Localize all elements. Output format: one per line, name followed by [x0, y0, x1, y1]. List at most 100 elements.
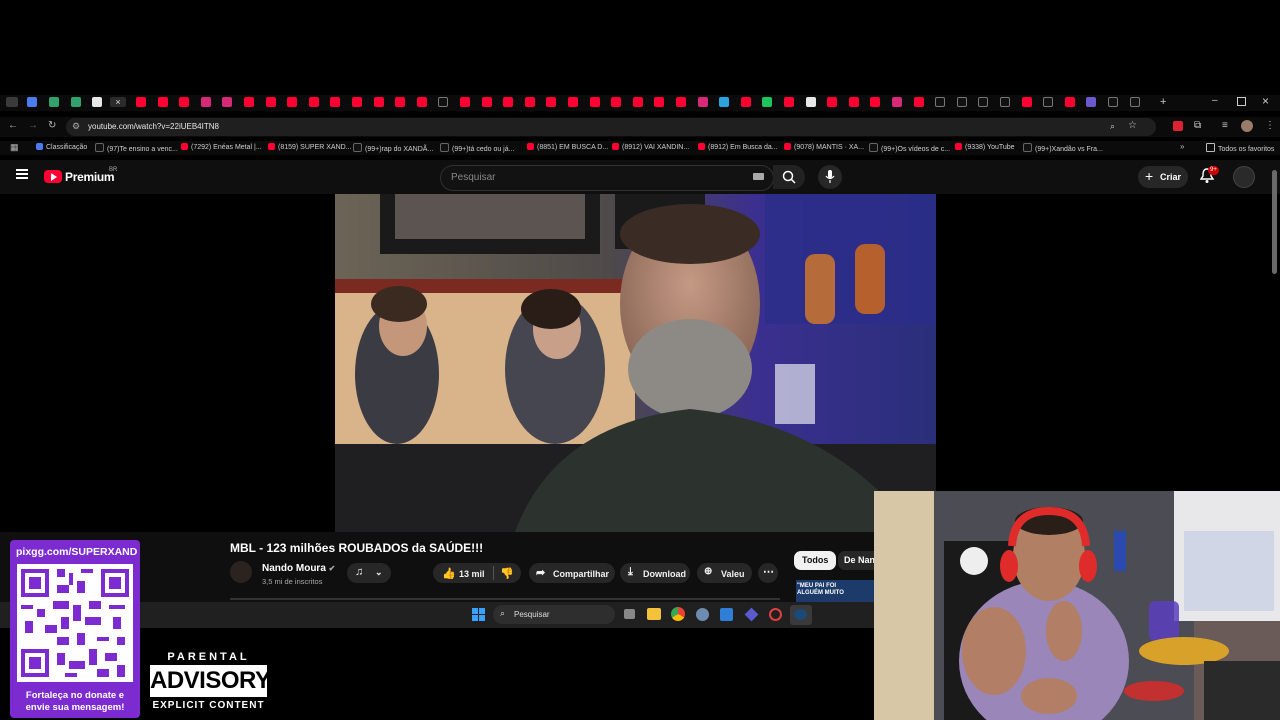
new-tab-button[interactable]: + — [1160, 96, 1166, 108]
bookmark-item[interactable]: (97)Te ensino a venc... — [95, 143, 178, 153]
tab[interactable] — [740, 97, 751, 107]
tab[interactable] — [49, 97, 59, 107]
reload-icon[interactable]: ↻ — [48, 120, 56, 131]
url-text[interactable]: youtube.com/watch?v=22iUEB4ITN8 — [88, 122, 219, 131]
app-icon[interactable] — [720, 608, 733, 621]
tab[interactable] — [244, 97, 254, 107]
tab[interactable] — [136, 97, 146, 107]
tab[interactable] — [481, 97, 492, 107]
channel-name[interactable]: Nando Moura ✔ — [262, 563, 335, 574]
reading-list-icon[interactable]: ≡ — [1222, 120, 1228, 131]
minimize-button[interactable]: – — [1212, 95, 1218, 106]
video-player[interactable] — [335, 194, 936, 532]
tab[interactable] — [352, 97, 362, 107]
tab[interactable] — [460, 97, 470, 107]
bookmark-item[interactable]: (8912) Em Busca da... — [698, 143, 778, 151]
account-avatar[interactable] — [1233, 166, 1255, 188]
forward-icon[interactable]: → — [28, 120, 38, 131]
tab[interactable] — [157, 97, 168, 107]
tab[interactable] — [265, 97, 276, 107]
bookmark-item[interactable]: (99+)Xandão vs Fra... — [1023, 143, 1103, 153]
tab[interactable] — [978, 97, 989, 107]
tab[interactable] — [676, 97, 686, 107]
tab[interactable] — [71, 97, 81, 107]
tab[interactable] — [330, 97, 341, 107]
app-icon[interactable] — [769, 608, 782, 621]
tab[interactable] — [546, 97, 557, 107]
download-button[interactable]: ⤓ Download — [620, 563, 690, 583]
tab[interactable] — [719, 97, 730, 107]
tab[interactable] — [956, 97, 967, 107]
back-icon[interactable]: ← — [8, 120, 18, 131]
chrome-icon[interactable] — [671, 607, 685, 621]
bookmark-item[interactable]: (8851) EM BUSCA D... — [527, 143, 608, 151]
more-actions-button[interactable]: ⋯ — [758, 563, 778, 583]
taskbar-search[interactable]: ⌕ Pesquisar — [493, 605, 615, 624]
bookmark-item[interactable]: (7292) Enéas Metal |... — [181, 143, 262, 151]
tab[interactable] — [222, 97, 233, 107]
tab[interactable] — [1000, 97, 1010, 107]
bookmark-item[interactable]: (8912) VAI XANDIN... — [612, 143, 689, 151]
steam-icon-active[interactable] — [790, 605, 812, 625]
bookmark-item[interactable]: (8159) SUPER XAND... — [268, 143, 352, 151]
tab[interactable] — [848, 97, 859, 107]
tab[interactable] — [589, 97, 600, 107]
search-input[interactable]: Pesquisar — [440, 165, 774, 191]
tab[interactable] — [611, 97, 622, 107]
settings-icon[interactable] — [696, 608, 709, 621]
profile-avatar[interactable] — [1241, 120, 1253, 132]
tab[interactable] — [1021, 97, 1032, 107]
app-icon[interactable] — [744, 607, 759, 622]
keyboard-icon[interactable] — [753, 173, 764, 180]
zoom-icon[interactable]: ⌕ — [1110, 121, 1115, 132]
windows-start-icon[interactable] — [472, 608, 486, 622]
bookmarks-overflow-icon[interactable]: » — [1180, 142, 1184, 151]
tab[interactable] — [870, 97, 881, 107]
thanks-button[interactable]: ⊕ Valeu — [697, 563, 752, 583]
tab[interactable] — [1086, 97, 1097, 107]
tab[interactable] — [416, 97, 427, 107]
tab[interactable] — [503, 97, 514, 107]
tab[interactable] — [438, 97, 449, 107]
tab[interactable] — [913, 97, 924, 107]
hamburger-menu-icon[interactable] — [16, 169, 28, 171]
bookmark-item[interactable]: (9078) MANTIS · XA... — [784, 143, 864, 151]
tab-search-button[interactable] — [6, 97, 18, 107]
maximize-button[interactable] — [1237, 97, 1246, 106]
like-icon[interactable]: 👍 — [442, 567, 456, 580]
dislike-icon[interactable]: 👎 — [500, 567, 514, 580]
tab[interactable] — [308, 97, 319, 107]
task-view-icon[interactable] — [624, 609, 635, 619]
channel-avatar[interactable] — [230, 561, 252, 583]
bookmark-item[interactable]: (99+)Os vídeos de c... — [869, 143, 950, 153]
bookmark-item[interactable]: (9338) YouTube — [955, 143, 1015, 151]
omnibox[interactable]: ⚙ youtube.com/watch?v=22iUEB4ITN8 ⌕ ☆ — [66, 118, 1156, 136]
tab[interactable] — [784, 97, 794, 107]
tab[interactable] — [892, 97, 902, 107]
youtube-logo-icon[interactable] — [44, 170, 62, 183]
tab[interactable] — [1043, 97, 1054, 107]
bookmark-item[interactable]: Classificação — [36, 143, 87, 151]
browser-menu-icon[interactable]: ⋮ — [1265, 120, 1275, 131]
tab[interactable] — [805, 97, 816, 107]
tab[interactable] — [1064, 97, 1075, 107]
all-favorites-folder[interactable]: Todos os favoritos — [1206, 143, 1274, 153]
like-count[interactable]: 13 mil — [459, 569, 485, 579]
apps-grid-icon[interactable]: ▦ — [10, 142, 19, 153]
tab[interactable] — [1129, 97, 1140, 107]
tab[interactable] — [200, 97, 211, 107]
tab[interactable] — [287, 97, 298, 107]
tab[interactable] — [654, 97, 665, 107]
page-scrollbar[interactable] — [1272, 170, 1277, 274]
bookmark-item[interactable]: (99+)rap do XANDÃ... — [353, 143, 433, 153]
tab[interactable] — [697, 97, 708, 107]
extensions-puzzle-icon[interactable]: ⧉ — [1194, 120, 1201, 131]
subscribed-bell-button[interactable]: ♫ ⌄ — [347, 563, 391, 583]
youtube-premium-logo[interactable]: Premium — [65, 170, 115, 184]
close-window-button[interactable]: × — [1262, 94, 1269, 108]
tab[interactable] — [395, 97, 406, 107]
tab-active-close[interactable]: × — [110, 97, 126, 107]
voice-search-button[interactable] — [818, 165, 842, 189]
tab[interactable] — [373, 97, 384, 107]
extension-icon[interactable] — [1173, 121, 1183, 131]
